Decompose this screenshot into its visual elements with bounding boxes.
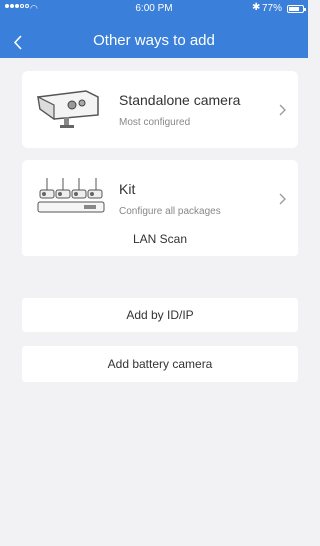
option-title: Standalone camera [119, 92, 241, 108]
battery-percent: 77% [262, 3, 283, 14]
chevron-right-icon [279, 104, 286, 116]
camera-kit-icon [37, 178, 105, 213]
option-title: Kit [119, 181, 136, 197]
option-subtitle: Most configured [119, 117, 191, 128]
bullet-camera-icon [37, 90, 99, 128]
status-bar: ◠ 6:00 PM ✱ 77% [0, 0, 308, 18]
add-battery-camera-button[interactable]: Add battery camera [22, 346, 298, 382]
bluetooth-icon: ✱ [252, 2, 261, 13]
standalone-camera-option[interactable]: Standalone camera Most configured [22, 71, 298, 148]
battery-fill [289, 7, 299, 11]
add-by-id-button[interactable]: Add by ID/IP [22, 298, 298, 332]
chevron-right-icon [279, 193, 286, 205]
page-title: Other ways to add [93, 32, 215, 49]
option-subtitle: Configure all packages [119, 206, 221, 217]
battery-icon [287, 5, 306, 13]
top-bar: ◠ 6:00 PM ✱ 77% Other ways to add [0, 0, 308, 58]
lan-scan-button[interactable]: LAN Scan [22, 222, 298, 256]
